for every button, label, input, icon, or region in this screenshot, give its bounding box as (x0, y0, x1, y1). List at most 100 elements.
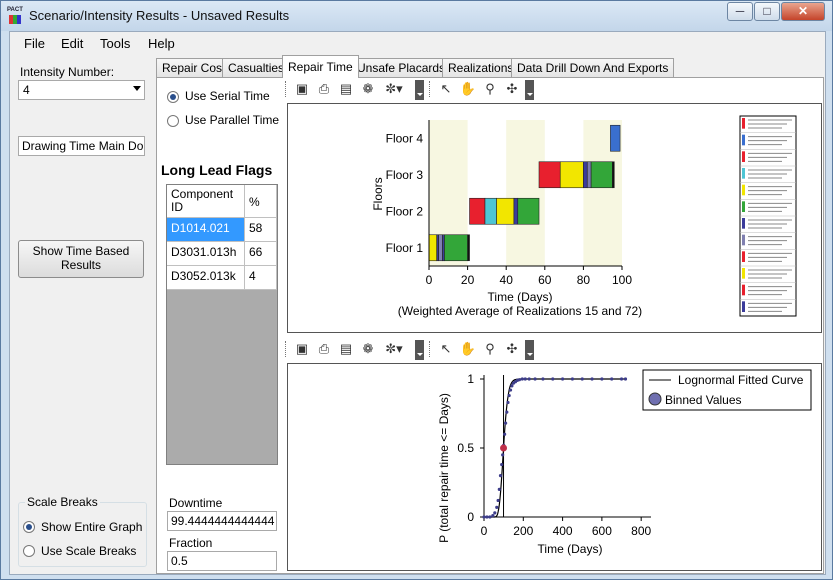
toolbar-overflow-button[interactable] (525, 80, 534, 100)
fraction-field[interactable]: 0.5 (167, 551, 277, 571)
use-scale-breaks-radio[interactable] (23, 545, 35, 557)
gantt-legend-swatch (742, 268, 745, 279)
show-entire-graph-radio[interactable] (23, 521, 35, 533)
gantt-subtitle: (Weighted Average of Realizations 15 and… (398, 304, 642, 318)
save-image-icon[interactable]: ▣ (293, 80, 311, 98)
cdf-binned-point (491, 514, 495, 518)
cdf-legend: Lognormal Fitted Curve Binned Values (642, 369, 812, 411)
cdf-binned-point (619, 377, 624, 381)
toolbar-grip[interactable] (285, 81, 288, 97)
use-parallel-time-label[interactable]: Use Parallel Time (185, 113, 279, 127)
menu-help[interactable]: Help (148, 36, 175, 51)
gantt-x-tick-label: 0 (426, 273, 433, 287)
downtime-label: Downtime (169, 496, 223, 510)
scale-breaks-group: Scale Breaks Show Entire Graph Use Scale… (18, 495, 147, 567)
use-parallel-time-radio[interactable] (167, 115, 179, 127)
gantt-legend-swatch (742, 151, 745, 162)
toolbar-overflow-button[interactable] (525, 340, 534, 360)
toolbar-overflow-button[interactable] (415, 340, 424, 360)
grid-cell-component[interactable]: D3031.013h (167, 242, 245, 266)
gantt-legend-swatch (742, 251, 745, 262)
gantt-legend-swatch (742, 168, 745, 179)
cdf-binned-point (541, 377, 545, 381)
fraction-label: Fraction (169, 536, 213, 550)
crosshair-icon[interactable]: ✣ (503, 340, 521, 358)
gantt-chart-box[interactable]: 0 20 40 60 80 100 Floor 1 Floor 2 Floor 3 Floor … (287, 103, 822, 333)
chart-type-icon[interactable]: ▤ (337, 340, 355, 358)
save-image-icon[interactable]: ▣ (293, 340, 311, 358)
toolbar-grip[interactable] (285, 341, 288, 357)
title-bar[interactable]: PACT Scenario/Intensity Results - Unsave… (1, 1, 832, 31)
pointer-icon[interactable]: ↖ (437, 80, 455, 98)
cdf-binned-point (504, 421, 508, 425)
cdf-binned-point (623, 377, 628, 381)
chart-toolbar-top: ▣ ⎙ ▤ ❁ ✼▾ ↖ ✋ ⚲ ✣ (285, 78, 550, 100)
gantt-segment (610, 124, 621, 152)
tab-casualties[interactable]: Casualties (222, 58, 291, 77)
print-icon[interactable]: ⎙ (315, 340, 333, 358)
chart-toolbar-bottom: ▣ ⎙ ▤ ❁ ✼▾ ↖ ✋ ⚲ ✣ (285, 338, 550, 360)
maximize-button[interactable]: □ (754, 2, 780, 21)
gantt-legend-swatch (742, 184, 745, 196)
tools-icon[interactable]: ❁ (359, 340, 377, 358)
toolbar-grip[interactable] (429, 81, 432, 97)
tab-realizations[interactable]: Realizations (442, 58, 520, 77)
cdf-binned-point (533, 377, 537, 381)
gantt-segment (517, 197, 540, 225)
cdf-chart-box[interactable]: 0 200 400 600 800 0 0.5 1 P (total repair time … (287, 363, 822, 571)
menu-edit[interactable]: Edit (61, 36, 83, 51)
close-button[interactable]: ✕ (781, 2, 825, 21)
crosshair-icon[interactable]: ✣ (503, 80, 521, 98)
toolbar-grip[interactable] (429, 341, 432, 357)
cdf-x-tick-label: 200 (513, 524, 533, 538)
zoom-icon[interactable]: ⚲ (481, 340, 499, 358)
status-textbox[interactable]: Drawing Time Main Done (18, 136, 145, 156)
grid-header-percent[interactable]: % (245, 185, 277, 218)
grid-cell-percent[interactable]: 58 (245, 218, 277, 242)
use-scale-breaks-label[interactable]: Use Scale Breaks (41, 544, 136, 558)
gantt-floor-label: Floor 3 (386, 168, 424, 182)
tab-data-drill-down[interactable]: Data Drill Down And Exports (511, 58, 675, 77)
grid-cell-component[interactable]: D3052.013k (167, 266, 245, 290)
long-lead-grid[interactable]: Component ID % D1014.021 58 D3031.013h 6… (166, 184, 278, 465)
cdf-legend-binned-label: Binned Values (665, 393, 742, 407)
grid-cell-percent[interactable]: 4 (245, 266, 277, 290)
cdf-y-label: P (total repair time <= Days) (437, 393, 451, 543)
tab-repair-time[interactable]: Repair Time (282, 55, 359, 78)
pointer-icon[interactable]: ↖ (437, 340, 455, 358)
tab-repair-cost[interactable]: Repair Cost (156, 58, 232, 77)
minimize-button[interactable]: ─ (727, 2, 753, 21)
gantt-legend-swatch (742, 234, 745, 246)
toolbar-overflow-button[interactable] (415, 80, 424, 100)
gantt-floor-label: Floor 1 (386, 241, 424, 255)
show-entire-graph-label[interactable]: Show Entire Graph (41, 520, 142, 534)
pan-hand-icon[interactable]: ✋ (459, 340, 477, 358)
downtime-field[interactable]: 99.4444444444444 (167, 511, 277, 531)
grid-header-component-id[interactable]: Component ID (167, 185, 245, 218)
intensity-select[interactable]: 4 (18, 80, 145, 100)
grid-cell-percent[interactable]: 66 (245, 242, 277, 266)
grid-cell-component[interactable]: D1014.021 (167, 218, 245, 242)
cdf-legend-fit-label: Lognormal Fitted Curve (678, 373, 804, 387)
tab-unsafe-placards[interactable]: Unsafe Placards (351, 58, 452, 77)
show-time-based-results-button[interactable]: Show Time Based Results (18, 240, 144, 278)
use-serial-time-radio[interactable] (167, 91, 179, 103)
cdf-binned-point (520, 377, 524, 381)
gantt-x-label: Time (Days) (488, 290, 553, 304)
palette-icon[interactable]: ✼▾ (381, 340, 407, 358)
palette-icon[interactable]: ✼▾ (381, 80, 407, 98)
print-icon[interactable]: ⎙ (315, 80, 333, 98)
menu-tools[interactable]: Tools (100, 36, 130, 51)
chart-type-icon[interactable]: ▤ (337, 80, 355, 98)
cdf-binned-point (500, 462, 504, 467)
cdf-binned-point (493, 511, 497, 515)
use-serial-time-label[interactable]: Use Serial Time (185, 89, 270, 103)
client-area: File Edit Tools Help Intensity Number: 4… (9, 31, 826, 575)
cdf-binned-point (501, 453, 505, 457)
menu-file[interactable]: File (24, 36, 45, 51)
zoom-icon[interactable]: ⚲ (481, 80, 499, 98)
pan-hand-icon[interactable]: ✋ (459, 80, 477, 98)
tools-icon[interactable]: ❁ (359, 80, 377, 98)
cdf-x-tick-label: 600 (592, 524, 612, 538)
cdf-x-tick-label: 400 (553, 524, 573, 538)
